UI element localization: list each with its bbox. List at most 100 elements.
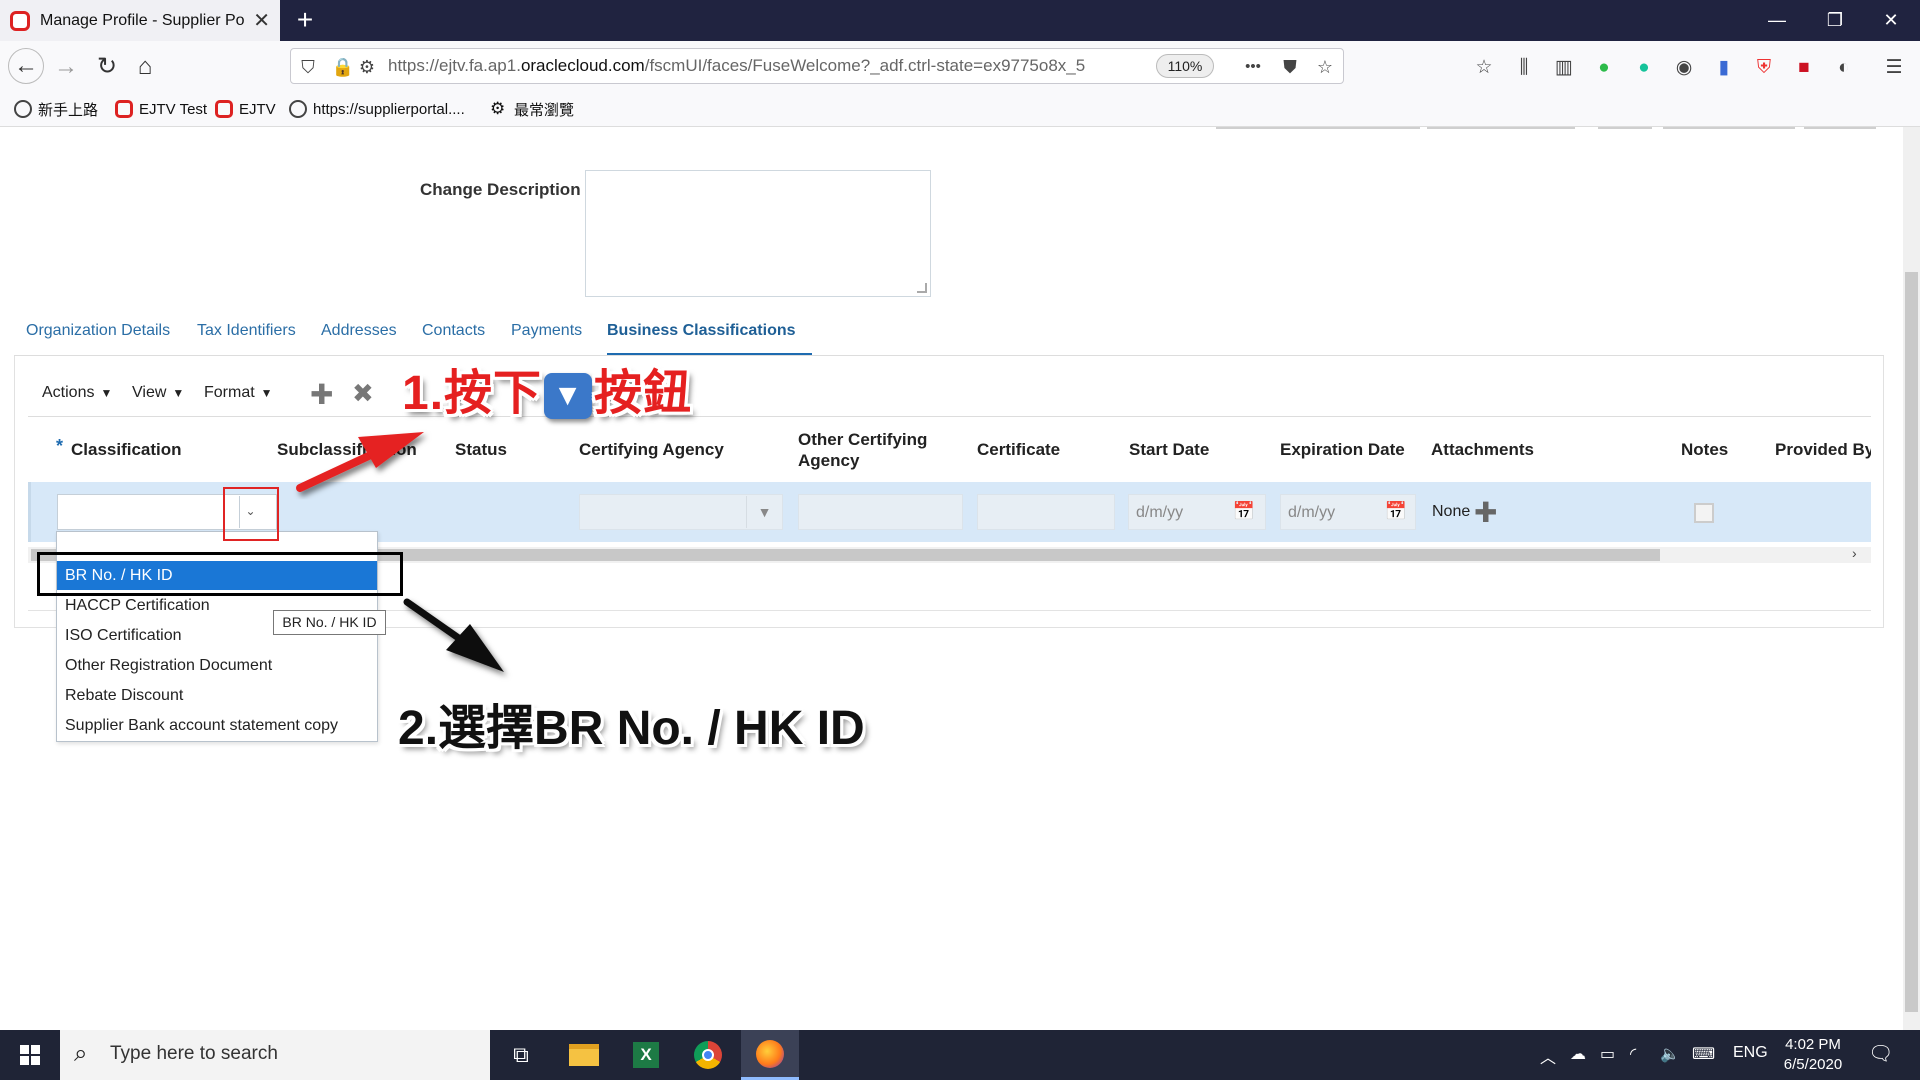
column-header-provided-by[interactable]: Provided By	[1775, 440, 1871, 460]
caret-down-icon: ▼	[260, 386, 273, 400]
onedrive-icon[interactable]: ☁	[1570, 1044, 1586, 1064]
file-explorer-icon[interactable]	[555, 1030, 613, 1080]
library-icon[interactable]: ⫼	[1510, 54, 1538, 82]
dropdown-option-supplier-bank-statement[interactable]: Supplier Bank account statement copy	[57, 711, 377, 740]
more-actions-icon[interactable]: •••	[1240, 54, 1266, 80]
gear-icon: ⚙	[490, 99, 506, 118]
adblock-extension-icon[interactable]: ⛨	[1750, 54, 1778, 82]
pocket-icon[interactable]: ⛊	[1277, 54, 1303, 80]
close-tab-icon[interactable]: ✕	[253, 8, 270, 33]
browser-tab-active[interactable]: Manage Profile - Supplier Porta ✕	[0, 0, 280, 41]
column-header-expiration-date[interactable]: Expiration Date	[1280, 440, 1405, 460]
other-certifying-agency-input[interactable]	[798, 494, 963, 530]
toolbar-divider	[28, 416, 1871, 417]
taskbar-clock[interactable]: 4:02 PM 6/5/2020	[1770, 1035, 1856, 1075]
calendar-icon[interactable]: 📅	[1384, 500, 1408, 522]
column-header-subclassification[interactable]: Subclassification	[277, 440, 417, 460]
bookmark-extension-icon[interactable]: ▮	[1710, 54, 1738, 82]
bookmark-label: 新手上路	[38, 101, 99, 119]
wifi-icon[interactable]: ◜	[1630, 1044, 1636, 1064]
menu-hamburger-icon[interactable]: ☰	[1880, 54, 1908, 82]
grammarly-extension-icon[interactable]: ●	[1630, 54, 1658, 82]
format-label: Format	[204, 384, 255, 401]
column-header-classification[interactable]: Classification	[71, 440, 182, 460]
column-header-notes[interactable]: Notes	[1681, 440, 1728, 460]
oracle-icon	[115, 100, 133, 118]
format-menu[interactable]: Format ▼	[204, 384, 273, 402]
battery-icon[interactable]: ▭	[1600, 1044, 1615, 1064]
shield-icon[interactable]: ⛉	[295, 54, 321, 80]
add-row-icon[interactable]: ✚	[310, 378, 333, 411]
permissions-icon[interactable]: ⚙	[354, 54, 380, 80]
bookmark-supplier-portal[interactable]: https://supplierportal....	[289, 98, 465, 120]
restore-button[interactable]: ❐	[1806, 0, 1864, 41]
lock-icon[interactable]: 🔒	[330, 54, 356, 80]
chrome-icon[interactable]	[679, 1030, 737, 1080]
calendar-icon[interactable]: 📅	[1232, 500, 1256, 522]
globe-icon	[289, 100, 307, 118]
dropdown-triangle-icon[interactable]: ▼	[746, 496, 782, 528]
expiration-date-placeholder: d/m/yy	[1288, 504, 1336, 521]
sidebar-icon[interactable]: ▥	[1550, 54, 1578, 82]
excel-icon[interactable]: X	[617, 1030, 675, 1080]
column-header-certifying-agency[interactable]: Certifying Agency	[579, 440, 724, 460]
notes-edit-icon[interactable]	[1694, 503, 1714, 523]
volume-icon[interactable]: 🔈	[1660, 1044, 1680, 1064]
actions-menu[interactable]: Actions ▼	[42, 384, 112, 402]
certificate-input[interactable]	[977, 494, 1115, 530]
bookmark-ejtv-test[interactable]: EJTV Test	[115, 98, 207, 120]
actions-label: Actions	[42, 384, 95, 401]
close-window-button[interactable]: ✕	[1862, 0, 1920, 41]
checkmark-extension-icon[interactable]: ●	[1590, 54, 1618, 82]
tab-payments[interactable]: Payments	[511, 322, 582, 340]
reading-list-icon[interactable]: ☆	[1470, 54, 1498, 82]
add-attachment-icon[interactable]: ✚	[1474, 496, 1497, 529]
notifications-icon[interactable]: 🗨	[1868, 1041, 1893, 1066]
column-header-attachments[interactable]: Attachments	[1431, 440, 1534, 460]
bookmark-most-visited[interactable]: ⚙ 最常瀏覽	[490, 98, 574, 120]
column-header-certificate[interactable]: Certificate	[977, 440, 1060, 460]
tab-tax-identifiers[interactable]: Tax Identifiers	[197, 322, 296, 340]
firefox-icon[interactable]	[741, 1030, 799, 1080]
back-arrow-icon[interactable]: ←	[8, 48, 44, 84]
bookmark-star-icon[interactable]: ☆	[1312, 54, 1338, 80]
column-header-other-certifying-agency[interactable]: Other Certifying Agency	[798, 429, 948, 471]
column-header-start-date[interactable]: Start Date	[1129, 440, 1209, 460]
windows-start-icon[interactable]	[0, 1030, 60, 1080]
minimize-button[interactable]: —	[1748, 0, 1806, 41]
tab-contacts[interactable]: Contacts	[422, 322, 485, 340]
view-menu[interactable]: View ▼	[132, 384, 184, 402]
scroll-right-arrow-icon[interactable]: ›	[1852, 545, 1857, 561]
home-icon[interactable]: ⌂	[128, 50, 162, 84]
bookmark-label: EJTV	[239, 100, 276, 118]
new-tab-button[interactable]: +	[288, 4, 322, 38]
language-indicator[interactable]: ENG	[1733, 1044, 1768, 1062]
account-icon[interactable]: ◉	[1670, 54, 1698, 82]
show-hidden-icons-icon[interactable]: ︿	[1540, 1044, 1556, 1068]
tab-organization-details[interactable]: Organization Details	[26, 322, 170, 340]
delete-row-icon[interactable]: ✖	[352, 378, 374, 409]
annotation-step-1-suffix: 按鈕	[594, 367, 693, 420]
forward-arrow-icon[interactable]: →	[49, 50, 83, 84]
bookmark-ejtv[interactable]: EJTV	[215, 98, 276, 120]
tab-business-classifications[interactable]: Business Classifications	[607, 322, 796, 340]
extensions-icon[interactable]: ◐	[1830, 54, 1858, 82]
reload-icon[interactable]: ↻	[90, 50, 124, 84]
tab-addresses[interactable]: Addresses	[321, 322, 397, 340]
dropdown-option-other-registration-document[interactable]: Other Registration Document	[57, 651, 377, 680]
column-header-status[interactable]: Status	[455, 440, 507, 460]
top-divider	[1216, 127, 1420, 129]
change-description-textarea[interactable]	[585, 170, 931, 297]
bookmark-getting-started[interactable]: 新手上路	[14, 98, 98, 120]
down-button-emoji-icon: ▼	[544, 373, 593, 419]
bookmark-label: EJTV Test	[139, 100, 208, 118]
caret-down-icon: ▼	[100, 386, 113, 400]
dropdown-option-rebate-discount[interactable]: Rebate Discount	[57, 681, 377, 710]
pdf-extension-icon[interactable]: ■	[1790, 54, 1818, 82]
vertical-scroll-thumb[interactable]	[1905, 272, 1918, 1012]
task-view-icon[interactable]: ⧉	[492, 1030, 550, 1080]
keyboard-icon[interactable]: ⌨	[1692, 1044, 1715, 1064]
zoom-level-badge[interactable]: 110%	[1156, 54, 1214, 78]
annotation-step-2: 2.選擇BR No. / HK ID	[398, 702, 865, 755]
url-text[interactable]: https://ejtv.fa.ap1.oraclecloud.com/fscm…	[388, 56, 1085, 76]
